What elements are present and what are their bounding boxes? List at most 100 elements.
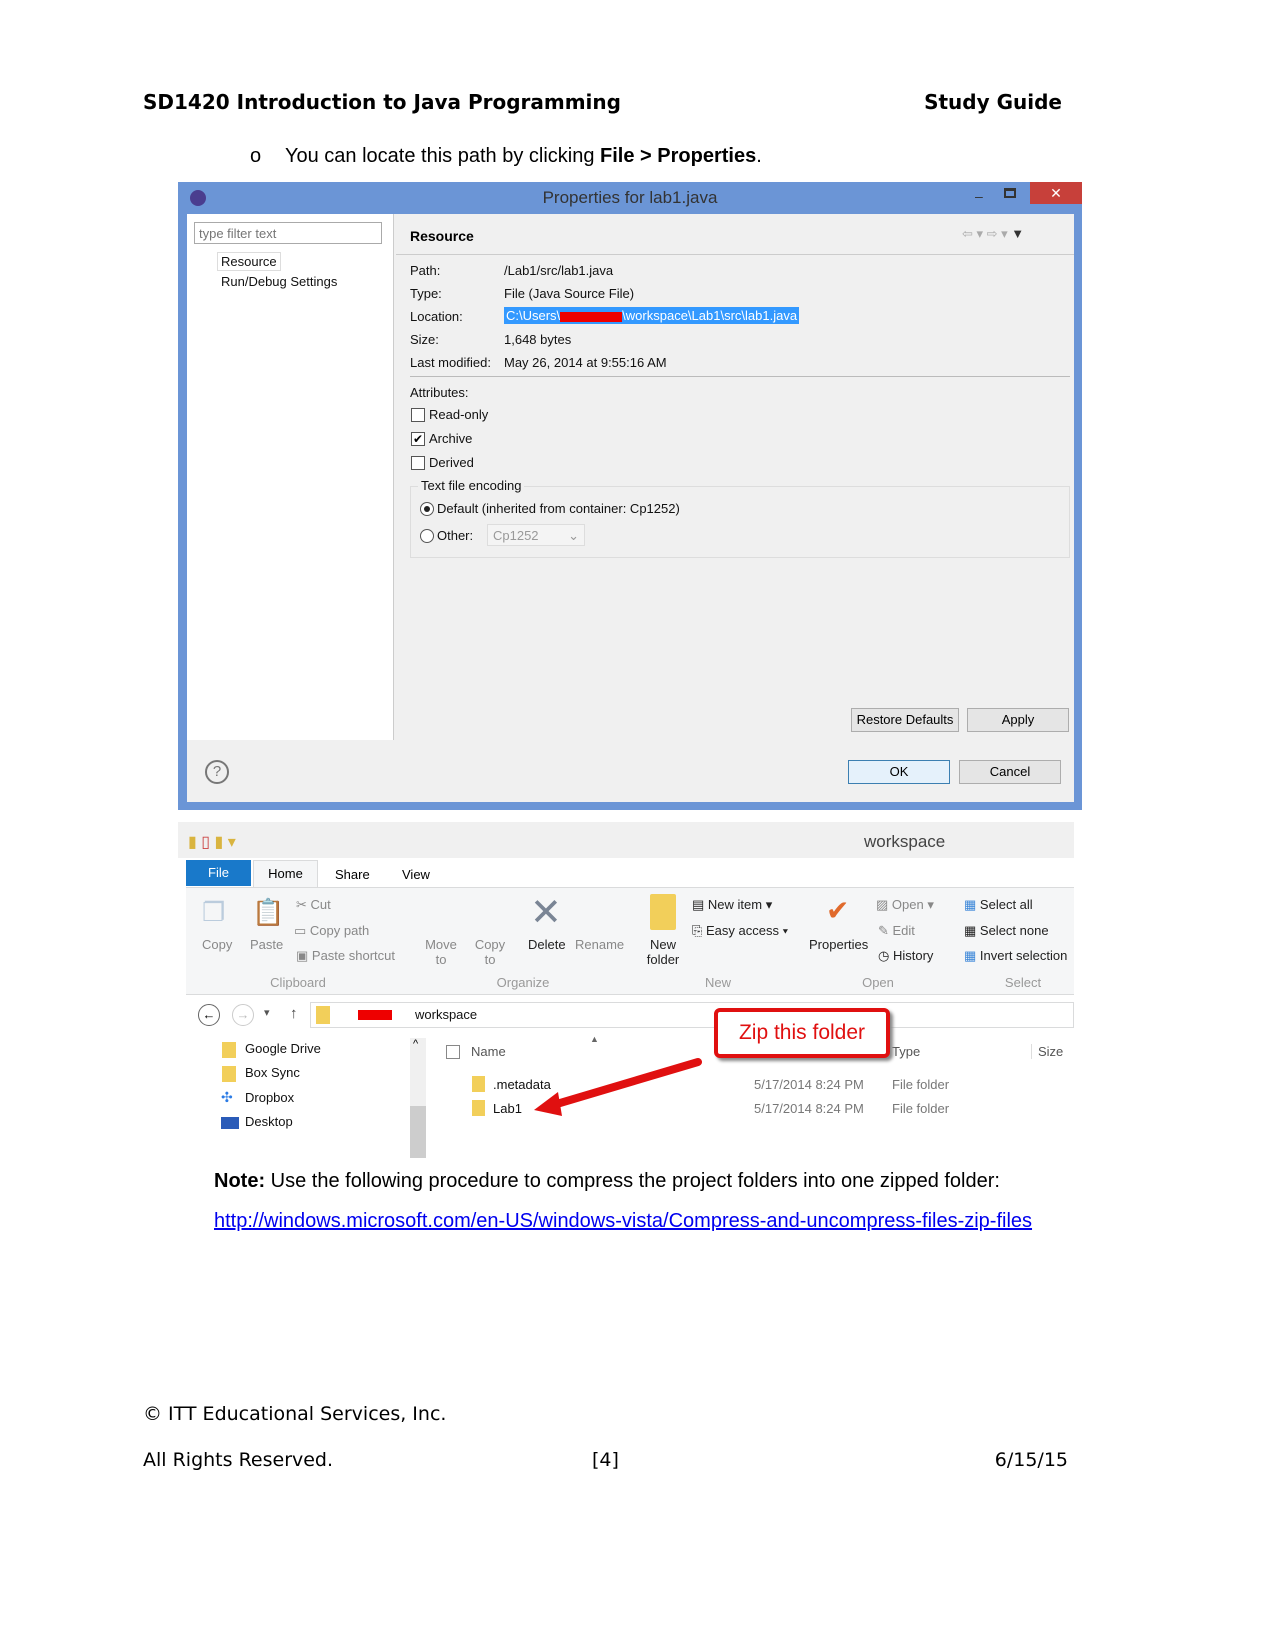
edit-label: Edit [892,923,915,938]
recent-dropdown[interactable]: ▾ [264,1006,270,1019]
select-all-button[interactable]: ▦ Select all [964,897,1033,913]
copy-path-button[interactable]: ▭ Copy path [294,923,369,939]
note-text: Use the following procedure to compress … [265,1170,1000,1192]
bullet-text-post: . [756,145,762,167]
maximize-button[interactable] [1004,188,1016,198]
tab-view[interactable]: View [402,867,430,882]
folder-icon [472,1076,485,1092]
encoding-label: Text file encoding [418,478,525,493]
open-label: Open [891,897,924,912]
new-folder-icon [650,894,676,930]
bullet-bold: File > Properties [600,145,757,167]
paste-shortcut-button[interactable]: ▣ Paste shortcut [296,948,395,964]
tab-home[interactable]: Home [253,860,318,888]
nav-google-drive[interactable]: Google Drive [245,1041,321,1056]
close-button[interactable]: ✕ [1030,182,1082,204]
move-to-button[interactable]: Move to [424,937,458,967]
ok-button[interactable]: OK [848,760,950,784]
readonly-label: Read-only [429,407,489,422]
box-sync-icon [222,1066,236,1082]
delete-button[interactable]: Delete [528,937,566,952]
new-item-button[interactable]: ▤ New item ▾ [692,897,772,913]
desktop-icon [221,1117,239,1129]
easy-access-label: Easy access [706,923,779,938]
encoding-group [410,486,1070,558]
other-radio[interactable] [420,529,434,543]
restore-defaults-button[interactable]: Restore Defaults [851,708,959,732]
edit-button[interactable]: ✎ Edit [878,923,915,939]
footer-date: 6/15/15 [994,1449,1068,1471]
column-name[interactable]: Name [471,1044,506,1059]
select-none-button[interactable]: ▦ Select none [964,923,1049,939]
default-radio[interactable] [420,502,434,516]
invert-selection-button[interactable]: ▦ Invert selection [964,948,1074,964]
new-folder-button[interactable]: New folder [642,937,684,967]
tree-pane: Resource Run/Debug Settings [187,214,394,740]
copy-path-label: Copy path [309,923,370,938]
forward-button[interactable]: → [232,1004,254,1026]
select-none-label: Select none [979,923,1049,938]
folder-icon [472,1100,485,1116]
file-date: 5/17/2014 8:24 PM [754,1101,864,1116]
nav-desktop[interactable]: Desktop [245,1114,293,1129]
apply-button[interactable]: Apply [967,708,1069,732]
history-button[interactable]: ◷ History [878,948,933,964]
header-study-guide: Study Guide [924,90,1062,114]
nav-dropbox[interactable]: Dropbox [245,1090,294,1105]
help-icon[interactable]: ? [205,760,229,784]
attributes-label: Attributes: [410,385,469,400]
cut-label: Cut [310,897,331,912]
paste-button[interactable]: Paste [250,937,283,952]
footer-copyright: © ITT Educational Services, Inc. [143,1403,447,1425]
redaction-mark [560,311,623,322]
rename-button[interactable]: Rename [575,937,624,952]
dropbox-icon: ✣ [221,1089,233,1105]
nav-scrollbar[interactable]: ^ [410,1038,426,1158]
breadcrumb-workspace[interactable]: workspace [415,1007,477,1022]
readonly-checkbox[interactable] [411,408,425,422]
archive-checkbox[interactable]: ✔ [411,432,425,446]
tree-item-resource[interactable]: Resource [217,252,281,271]
paste-shortcut-label: Paste shortcut [311,948,396,963]
cancel-button[interactable]: Cancel [959,760,1061,784]
up-button[interactable]: ↑ [290,1005,298,1022]
properties-button[interactable]: Properties [809,937,868,952]
location-value[interactable]: C:\Users\ \workspace\Lab1\src\lab1.java [504,307,800,324]
easy-access-button[interactable]: ⎘ Easy access ▾ [692,923,788,939]
back-button[interactable]: ← [198,1004,220,1026]
location-pre: C:\Users\ [506,308,561,323]
nav-box-sync[interactable]: Box Sync [245,1065,300,1080]
paste-icon: 📋 [252,897,285,927]
column-size[interactable]: Size [1031,1044,1063,1059]
file-date: 5/17/2014 8:24 PM [754,1077,864,1092]
bullet-marker: o [250,145,262,167]
file-type: File folder [892,1077,950,1092]
compress-help-link[interactable]: http://windows.microsoft.com/en-US/windo… [214,1210,1032,1233]
cut-button[interactable]: ✂ Cut [296,897,331,913]
tree-item-run-debug[interactable]: Run/Debug Settings [221,274,337,289]
select-all-checkbox[interactable] [446,1045,460,1059]
dialog-title: Properties for lab1.java [542,188,718,207]
open-button[interactable]: ▨ Open ▾ [876,897,934,913]
folder-icon [316,1006,330,1024]
column-type[interactable]: Type [892,1044,920,1059]
nav-arrows-icon[interactable]: ⇦ ▾ ⇨ ▾ ▼ [962,226,1024,242]
other-radio-label: Other: [437,528,474,543]
encoding-select[interactable]: Cp1252 ⌄ [487,524,585,546]
note-label: Note: [214,1170,266,1192]
tab-share[interactable]: Share [335,867,370,882]
copy-icon: ❐ [202,897,226,927]
quick-access-icons[interactable]: ▮ ▯ ▮ ▾ [188,832,236,852]
group-organize: Organize [496,975,550,990]
footer-page-number: [4] [592,1449,619,1471]
tab-file[interactable]: File [186,860,251,886]
path-value: /Lab1/src/lab1.java [504,263,614,278]
copy-button[interactable]: Copy [202,937,232,952]
google-drive-icon [222,1042,236,1058]
modified-value: May 26, 2014 at 9:55:16 AM [504,355,667,370]
properties-dialog: Properties for lab1.java – ✕ Resource Ru… [178,182,1082,810]
filter-input[interactable] [194,222,382,244]
derived-checkbox[interactable] [411,456,425,470]
copy-to-button[interactable]: Copy to [473,937,507,967]
minimize-button[interactable]: – [975,188,983,204]
